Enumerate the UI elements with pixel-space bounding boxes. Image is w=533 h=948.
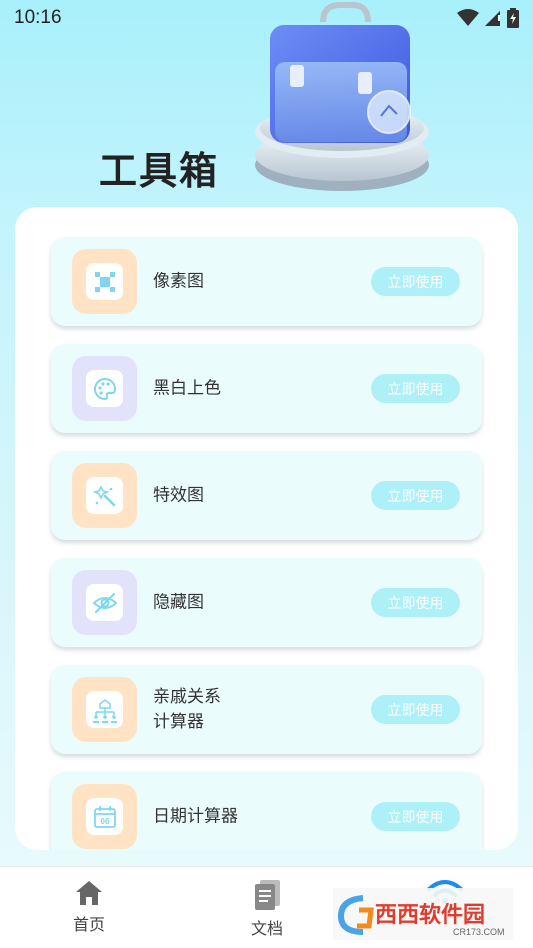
cell-signal-icon — [485, 11, 500, 26]
use-now-button[interactable]: 立即使用 — [371, 374, 460, 403]
nav-item-home[interactable]: 首页 — [49, 879, 129, 935]
tool-label: 日期计算器 — [153, 806, 238, 826]
use-now-button[interactable]: 立即使用 — [371, 588, 460, 617]
toolbox-illustration — [255, 1, 429, 191]
use-now-button[interactable]: 立即使用 — [371, 802, 460, 831]
status-icons — [457, 8, 519, 28]
watermark-sub: CR173.COM — [453, 927, 505, 937]
watermark-text: 西西软件园 — [375, 902, 485, 928]
tool-icon-box — [72, 570, 137, 635]
pixel-icon — [94, 271, 115, 292]
use-now-button[interactable]: 立即使用 — [371, 481, 460, 510]
nav-label: 首页 — [72, 915, 105, 934]
document-icon — [255, 880, 280, 910]
tool-item-date-calc[interactable]: 06 日期计算器 立即使用 — [51, 772, 482, 850]
battery-icon — [507, 8, 519, 28]
eye-hidden-icon — [92, 592, 117, 613]
tool-icon-box — [72, 463, 137, 528]
magic-wand-icon — [92, 484, 115, 506]
home-icon — [76, 881, 102, 905]
tool-icon-box — [72, 249, 137, 314]
tool-label: 隐藏图 — [153, 592, 204, 612]
calendar-icon: 06 — [93, 805, 116, 828]
wifi-signal-icon — [457, 9, 479, 26]
tools-card: 像素图 立即使用 黑白上色 立即使用 特效图 立即使用 隐藏图 立即使用 亲戚关… — [15, 207, 518, 850]
tool-label: 黑白上色 — [153, 378, 221, 398]
use-now-button[interactable]: 立即使用 — [371, 267, 460, 296]
use-now-button[interactable]: 立即使用 — [371, 695, 460, 724]
tool-icon-box: 06 — [72, 784, 137, 849]
family-tree-icon — [92, 698, 117, 723]
tool-item-colorize[interactable]: 黑白上色 立即使用 — [51, 344, 482, 433]
tool-item-hidden[interactable]: 隐藏图 立即使用 — [51, 558, 482, 647]
tool-icon-box — [72, 356, 137, 421]
tool-item-pixel[interactable]: 像素图 立即使用 — [51, 237, 482, 326]
tool-item-relatives[interactable]: 亲戚关系 计算器 立即使用 — [51, 665, 482, 754]
palette-icon — [93, 377, 116, 400]
status-time: 10:16 — [14, 7, 62, 28]
tool-label: 像素图 — [153, 271, 204, 291]
nav-label: 文档 — [250, 919, 283, 938]
calendar-day-text: 06 — [100, 817, 109, 826]
tool-item-effects[interactable]: 特效图 立即使用 — [51, 451, 482, 540]
nav-item-docs[interactable]: 文档 — [227, 879, 307, 939]
page-title: 工具箱 — [99, 149, 220, 193]
tool-icon-box — [72, 677, 137, 742]
tool-label: 特效图 — [153, 485, 204, 505]
tool-label: 亲戚关系 计算器 — [153, 686, 221, 732]
watermark-logo: 西西软件园 CR173.COM — [333, 888, 513, 940]
